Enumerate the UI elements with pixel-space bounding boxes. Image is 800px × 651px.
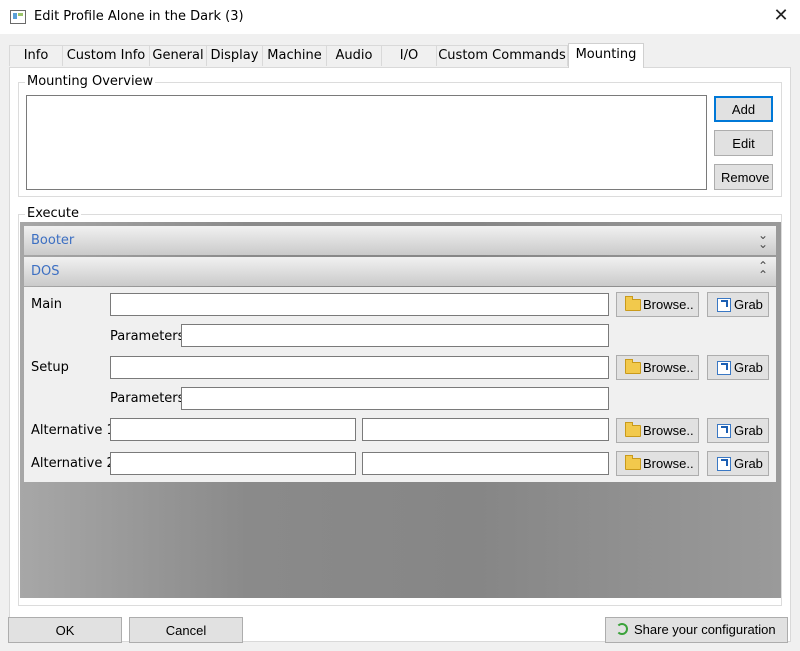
refresh-icon	[616, 623, 628, 635]
window-title: Edit Profile Alone in the Dark (3)	[34, 9, 244, 24]
tab-general[interactable]: General	[149, 45, 207, 66]
ok-button[interactable]: OK	[8, 617, 122, 643]
setup-parameters-input[interactable]	[181, 387, 609, 410]
folder-icon	[625, 359, 641, 374]
grab-label: Grab	[734, 456, 763, 471]
cancel-button[interactable]: Cancel	[129, 617, 243, 643]
alternative-1-parameters-input[interactable]	[362, 418, 609, 441]
setup-label: Setup	[31, 360, 69, 375]
grab-icon	[717, 424, 731, 438]
tab-info[interactable]: Info	[9, 45, 63, 66]
alternative-2-label: Alternative 2	[31, 456, 115, 471]
browse-label: Browse..	[643, 423, 694, 438]
alternative-2-parameters-input[interactable]	[362, 452, 609, 475]
tab-display[interactable]: Display	[206, 45, 263, 66]
alternative-1-browse-button[interactable]: Browse..	[616, 418, 699, 443]
setup-grab-button[interactable]: Grab	[707, 355, 769, 380]
main-grab-button[interactable]: Grab	[707, 292, 769, 317]
share-label: Share your configuration	[634, 622, 776, 637]
setup-browse-button[interactable]: Browse..	[616, 355, 699, 380]
alternative-1-label: Alternative 1	[31, 423, 115, 438]
mount-list[interactable]	[26, 95, 707, 190]
folder-icon	[625, 455, 641, 470]
grab-icon	[717, 457, 731, 471]
tab-mounting[interactable]: Mounting	[568, 43, 644, 68]
alternative-2-grab-button[interactable]: Grab	[707, 451, 769, 476]
booter-label: Booter	[31, 233, 75, 248]
setup-path-input[interactable]	[110, 356, 609, 379]
share-configuration-button[interactable]: Share your configuration	[605, 617, 788, 643]
setup-parameters-label: Parameters	[110, 391, 185, 406]
chevron-double-down-icon[interactable]: ⌄ ⌄	[758, 229, 768, 250]
alternative-1-path-input[interactable]	[110, 418, 356, 441]
mounting-overview-title: Mounting Overview	[25, 74, 156, 89]
main-parameters-input[interactable]	[181, 324, 609, 347]
browse-label: Browse..	[643, 456, 694, 471]
tab-io[interactable]: I/O	[381, 45, 437, 66]
tab-custom-info[interactable]: Custom Info	[62, 45, 150, 66]
folder-icon	[625, 296, 641, 311]
tab-audio[interactable]: Audio	[326, 45, 382, 66]
tab-machine[interactable]: Machine	[262, 45, 327, 66]
grab-label: Grab	[734, 423, 763, 438]
execute-title: Execute	[25, 206, 81, 221]
dos-label: DOS	[31, 264, 60, 279]
grab-label: Grab	[734, 360, 763, 375]
main-label: Main	[31, 297, 63, 312]
browse-label: Browse..	[643, 360, 694, 375]
alternative-2-browse-button[interactable]: Browse..	[616, 451, 699, 476]
edit-button[interactable]: Edit	[714, 130, 773, 156]
grab-label: Grab	[734, 297, 763, 312]
title-bar: Edit Profile Alone in the Dark (3) ✕	[0, 0, 800, 34]
main-browse-button[interactable]: Browse..	[616, 292, 699, 317]
grab-icon	[717, 361, 731, 375]
browse-label: Browse..	[643, 297, 694, 312]
chevron-double-up-icon[interactable]: ⌃ ⌃	[758, 260, 768, 281]
main-parameters-label: Parameters	[110, 329, 185, 344]
close-icon[interactable]: ✕	[766, 2, 796, 30]
dos-section-header[interactable]: DOS ⌃ ⌃	[24, 257, 776, 286]
main-path-input[interactable]	[110, 293, 609, 316]
add-button[interactable]: Add	[714, 96, 773, 122]
grab-icon	[717, 298, 731, 312]
remove-button[interactable]: Remove	[714, 164, 773, 190]
booter-section-header[interactable]: Booter ⌄ ⌄	[24, 226, 776, 255]
tab-custom-commands[interactable]: Custom Commands	[436, 45, 568, 66]
folder-icon	[625, 422, 641, 437]
alternative-2-path-input[interactable]	[110, 452, 356, 475]
alternative-1-grab-button[interactable]: Grab	[707, 418, 769, 443]
app-icon	[10, 10, 26, 24]
